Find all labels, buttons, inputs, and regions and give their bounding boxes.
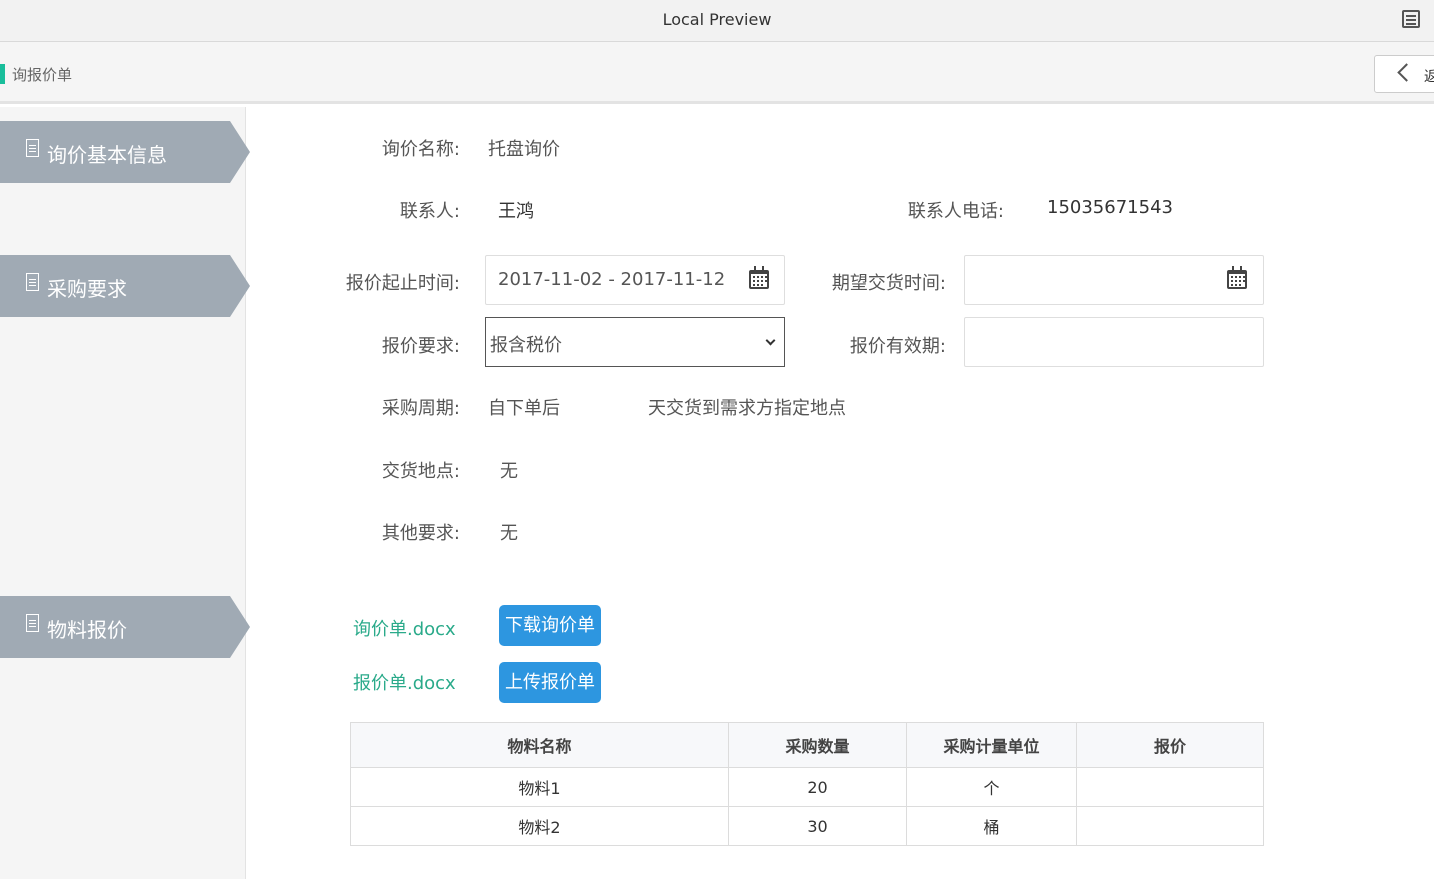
delivery-location-label: 交货地点: xyxy=(381,461,460,482)
contact-phone-value: 15035671543 xyxy=(1047,197,1173,218)
quote-requirement-label: 报价要求: xyxy=(381,336,460,357)
breadcrumb: 询报价单 xyxy=(12,66,73,84)
quote-requirement-value: 报含税价 xyxy=(490,335,562,356)
document-icon xyxy=(26,273,39,291)
purchase-cycle-prefix: 自下单后 xyxy=(488,398,560,419)
column-header: 报价 xyxy=(1076,722,1264,768)
price-cell[interactable] xyxy=(1076,806,1264,846)
contact-phone-label: 联系人电话: xyxy=(907,201,1004,222)
tab-material-quote[interactable]: 物料报价 xyxy=(0,596,250,658)
table-header-row: 物料名称 采购数量 采购计量单位 报价 xyxy=(350,722,1264,768)
chevron-left-icon xyxy=(1397,63,1416,82)
expected-delivery-label: 期望交货时间: xyxy=(831,273,946,294)
material-name-cell: 物料1 xyxy=(350,767,729,807)
inquiry-file-link[interactable]: 询价单.docx xyxy=(353,615,456,641)
other-requirements-label: 其他要求: xyxy=(381,523,460,544)
document-icon xyxy=(26,614,39,632)
contact-label: 联系人: xyxy=(399,201,460,222)
document-icon xyxy=(26,139,39,157)
price-cell[interactable] xyxy=(1076,767,1264,807)
column-header: 物料名称 xyxy=(350,722,729,768)
column-header: 采购数量 xyxy=(728,722,907,768)
table-row: 物料2 30 桶 xyxy=(350,806,1264,846)
column-header: 采购计量单位 xyxy=(906,722,1077,768)
purchase-cycle-suffix: 天交货到需求方指定地点 xyxy=(648,398,846,419)
tab-basic-info[interactable]: 询价基本信息 xyxy=(0,121,250,183)
unit-cell: 个 xyxy=(906,767,1077,807)
quote-period-input[interactable]: 2017-11-02 - 2017-11-12 xyxy=(485,255,785,305)
quote-file-link[interactable]: 报价单.docx xyxy=(353,669,456,695)
download-inquiry-button[interactable]: 下载询价单 xyxy=(499,605,601,646)
quote-requirement-select[interactable]: 报含税价 xyxy=(485,317,785,367)
unit-cell: 桶 xyxy=(906,806,1077,846)
calendar-icon[interactable] xyxy=(1227,266,1247,289)
quantity-cell: 30 xyxy=(728,806,907,846)
material-table: 物料名称 采购数量 采购计量单位 报价 物料1 20 个 物料2 30 桶 xyxy=(350,722,1264,846)
other-requirements-value: 无 xyxy=(500,523,518,544)
quote-validity-label: 报价有效期: xyxy=(849,336,946,357)
back-button-label: 返 xyxy=(1424,69,1434,85)
back-button[interactable]: 返 xyxy=(1374,55,1434,93)
quote-validity-input[interactable] xyxy=(964,317,1264,367)
tab-label: 采购要求 xyxy=(47,277,127,301)
purchase-cycle-label: 采购周期: xyxy=(381,398,460,419)
chevron-down-icon xyxy=(765,335,776,346)
tab-purchase-requirements[interactable]: 采购要求 xyxy=(0,255,250,317)
inquiry-name-value: 托盘询价 xyxy=(488,139,560,160)
list-menu-icon[interactable] xyxy=(1402,10,1420,28)
window-title: Local Preview xyxy=(662,10,772,29)
breadcrumb-bar: 询报价单 返 xyxy=(0,42,1434,104)
inquiry-name-label: 询价名称: xyxy=(381,139,460,160)
table-row: 物料1 20 个 xyxy=(350,767,1264,807)
sidebar: 询价基本信息 采购要求 物料报价 xyxy=(0,107,250,879)
quote-period-label: 报价起止时间: xyxy=(345,273,460,294)
material-name-cell: 物料2 xyxy=(350,806,729,846)
upload-quote-button[interactable]: 上传报价单 xyxy=(499,662,601,703)
quote-period-value: 2017-11-02 - 2017-11-12 xyxy=(498,269,726,290)
expected-delivery-input[interactable] xyxy=(964,255,1264,305)
breadcrumb-accent xyxy=(0,64,5,84)
quantity-cell: 20 xyxy=(728,767,907,807)
tab-label: 物料报价 xyxy=(47,618,127,642)
window-titlebar: Local Preview xyxy=(0,0,1434,42)
calendar-icon[interactable] xyxy=(749,266,769,289)
tab-label: 询价基本信息 xyxy=(47,143,167,167)
delivery-location-value: 无 xyxy=(500,461,518,482)
contact-value: 王鸿 xyxy=(498,201,534,222)
